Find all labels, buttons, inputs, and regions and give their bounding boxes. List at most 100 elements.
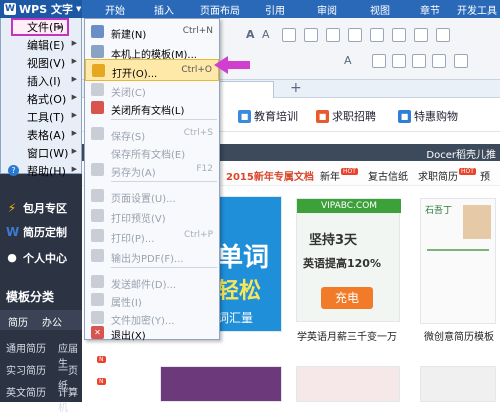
file-menu: 新建(N) Ctrl+N 本机上的模板(M)... 打开(O)... Ctrl+O …: [84, 18, 220, 342]
chevron-down-icon: ▼: [75, 5, 82, 13]
menu-view[interactable]: 视图(V) ▶: [1, 54, 83, 72]
category-new-year[interactable]: 新年HOT: [320, 168, 358, 183]
menu-item-save-as[interactable]: 另存为(A) F12: [85, 159, 219, 181]
menu-help[interactable]: ? 帮助(H) ▶: [1, 162, 83, 180]
print-preview-icon: [91, 209, 104, 222]
menu-item-print-preview[interactable]: 打印预览(V): [85, 205, 219, 227]
grid-software[interactable]: 软件: [110, 384, 130, 399]
align-right-icon[interactable]: [412, 54, 426, 68]
menu-insert[interactable]: 插入(I) ▶: [1, 72, 83, 90]
grid-intern-resume[interactable]: 实习简历: [6, 362, 46, 377]
menu-item-exit[interactable]: ✕ 退出(X): [85, 325, 219, 342]
template-thumb-vipabc[interactable]: VIPABC.COM 坚持3天 英语提高120% 充电: [296, 198, 401, 322]
help-icon: ?: [8, 165, 19, 176]
promo-link[interactable]: 2015新年专属文档: [226, 168, 314, 183]
tab-insert[interactable]: 插入: [138, 2, 190, 17]
tab-layout[interactable]: 页面布局: [190, 2, 250, 17]
category-stationery[interactable]: 复古信纸: [368, 168, 408, 183]
menu-item-export-pdf[interactable]: 输出为PDF(F)...: [85, 245, 219, 267]
tab-office[interactable]: 办公: [42, 314, 62, 329]
menu-item-close-all[interactable]: 关闭所有文档(L): [85, 97, 219, 119]
align-center-icon[interactable]: [392, 54, 406, 68]
charge-button[interactable]: 充电: [321, 287, 373, 309]
chevron-right-icon: ▶: [71, 165, 77, 173]
menu-window[interactable]: 窗口(W) ▶: [1, 144, 83, 162]
grid-creative[interactable]: 创意: [110, 362, 130, 377]
template-title-vipabc[interactable]: 学英语月薪三千变一万: [297, 328, 397, 343]
line-spacing-icon[interactable]: [454, 54, 468, 68]
wps-logo-icon: W: [4, 3, 16, 15]
close-doc-icon: [91, 83, 104, 96]
cart-icon: ■: [398, 109, 411, 123]
show-marks-icon[interactable]: [414, 28, 428, 42]
font-size-down-icon[interactable]: A: [262, 28, 270, 41]
chevron-right-icon: ▶: [71, 57, 77, 65]
bullet-list-icon[interactable]: [304, 28, 318, 42]
grid-personality[interactable]: 个性: [110, 340, 130, 355]
vocab-summary-text: 词汇量: [217, 311, 254, 325]
menu-table[interactable]: 表格(A) ▶: [1, 126, 83, 144]
indent-icon[interactable]: [348, 28, 362, 42]
template-thumb-bottom-1[interactable]: [160, 366, 282, 402]
link-shopping[interactable]: ■ 特惠购物: [398, 108, 458, 124]
sidebar-item-resume-custom[interactable]: W 简历定制: [6, 224, 67, 240]
align-left-icon[interactable]: [372, 54, 386, 68]
wps-app-button[interactable]: W WPS 文字 ▼: [0, 0, 82, 18]
lightning-icon: ⚡: [7, 201, 17, 215]
sidebar-item-personal[interactable]: ● 个人中心: [6, 250, 67, 266]
exit-icon: ✕: [91, 326, 104, 339]
menu-separator: [111, 181, 217, 182]
menu-item-new[interactable]: 新建(N) Ctrl+N: [85, 21, 219, 43]
tab-view[interactable]: 视图: [354, 2, 406, 17]
sidebar-item-monthly[interactable]: ⚡ 包月专区: [6, 200, 67, 216]
category-resume[interactable]: 求职简历HOT: [418, 168, 476, 183]
docer-label[interactable]: Docer稻壳儿推: [426, 146, 496, 161]
title-bar: W WPS 文字 ▼ 开始 插入 页面布局 引用 审阅 视图 章节 开发工具: [0, 0, 500, 18]
menu-edit[interactable]: 编辑(E) ▶: [1, 36, 83, 54]
new-tab-icon[interactable]: +: [290, 80, 302, 96]
vocab-word-text: 单词: [217, 243, 270, 273]
chevron-right-icon: ▶: [71, 111, 77, 119]
tab-section[interactable]: 章节: [406, 2, 454, 17]
grid-computer[interactable]: 计算机: [58, 384, 82, 414]
menu-item-page-setup[interactable]: 页面设置(U)...: [85, 185, 219, 207]
menu-tools[interactable]: 工具(T) ▶: [1, 108, 83, 126]
table-icon[interactable]: [436, 28, 450, 42]
link-jobs[interactable]: ■ 求职招聘: [316, 108, 376, 124]
font-color-icon[interactable]: A: [344, 54, 352, 67]
clear-format-icon[interactable]: [282, 28, 296, 42]
tab-home[interactable]: 开始: [92, 2, 138, 17]
menu-item-print[interactable]: 打印(P)... Ctrl+P: [85, 225, 219, 247]
sort-icon[interactable]: [392, 28, 406, 42]
template-category-heading: 模板分类: [6, 290, 55, 304]
tab-developer[interactable]: 开发工具: [454, 2, 500, 17]
grid-general-resume[interactable]: 通用简历: [6, 340, 46, 355]
template-thumb-bottom-2[interactable]: [296, 366, 400, 402]
annotation-arrow-icon: [214, 56, 250, 74]
justify-icon[interactable]: [432, 54, 446, 68]
tab-review[interactable]: 审阅: [300, 2, 354, 17]
app-title: WPS 文字: [19, 3, 73, 16]
menu-file[interactable]: 文件(F) ▶: [11, 18, 69, 36]
template-thumb-resume[interactable]: 石吾丁: [420, 198, 496, 324]
category-more[interactable]: 预: [480, 168, 490, 183]
category-tabs: 简历 办公: [0, 310, 82, 330]
tab-resume[interactable]: 简历: [8, 314, 28, 329]
tab-references[interactable]: 引用: [250, 2, 300, 17]
save-as-icon: [91, 163, 104, 176]
template-title-resume[interactable]: 微创意简历模板: [424, 328, 494, 343]
template-thumb-bottom-3[interactable]: [420, 366, 496, 402]
grid-english-resume[interactable]: 英文简历: [6, 384, 46, 399]
folder-icon: [92, 64, 105, 77]
link-education[interactable]: ■ 教育培训: [238, 108, 298, 124]
new-badge: N: [97, 378, 106, 385]
outdent-icon[interactable]: [370, 28, 384, 42]
menu-format[interactable]: 格式(O) ▶: [1, 90, 83, 108]
ribbon-tabs: 开始 插入 页面布局 引用 审阅 视图 章节 开发工具: [92, 0, 500, 18]
menu-item-open[interactable]: 打开(O)... Ctrl+O: [85, 59, 219, 81]
font-size-up-icon[interactable]: A: [246, 28, 255, 41]
number-list-icon[interactable]: [326, 28, 340, 42]
resume-name-text: 石吾丁: [425, 206, 453, 216]
chevron-right-icon: ▶: [71, 129, 77, 137]
chevron-right-icon: ▶: [71, 75, 77, 83]
